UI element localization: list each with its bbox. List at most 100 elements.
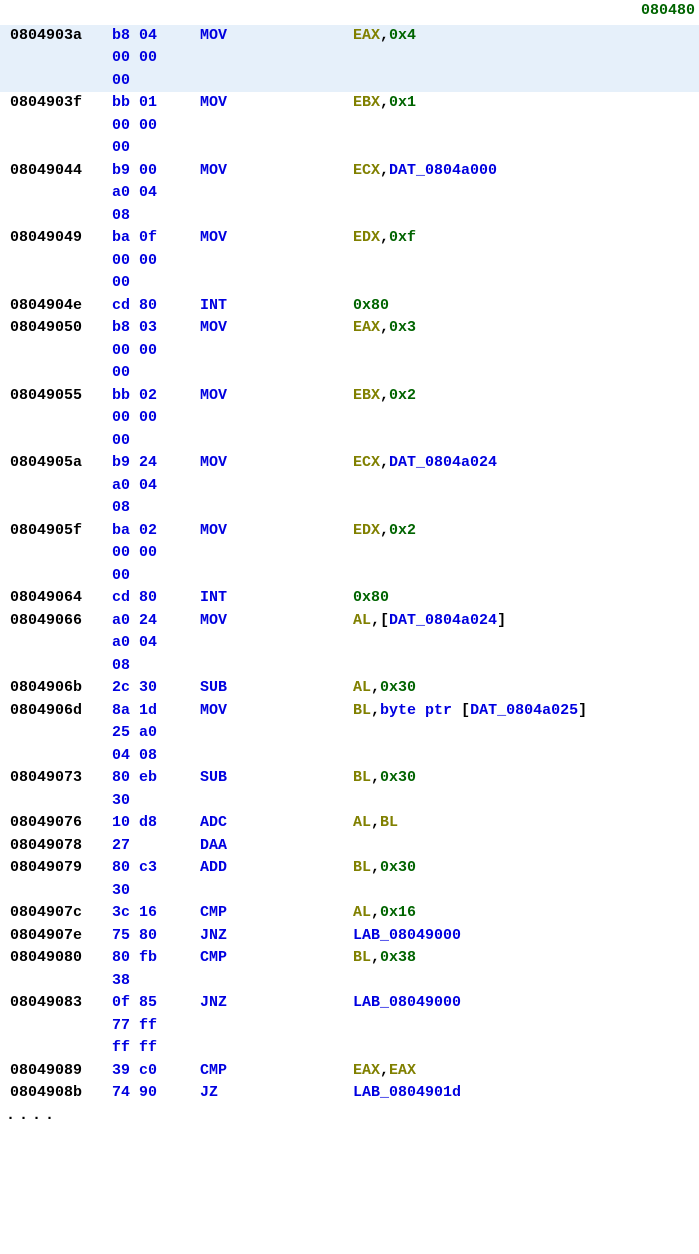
instruction-row[interactable]: 0804908b74 90JZLAB_0804901d bbox=[0, 1082, 699, 1105]
bytes-continuation: 38 bbox=[0, 970, 699, 993]
instruction-row[interactable]: 0804907380 ebSUBBL,0x30 bbox=[0, 767, 699, 790]
bytes: 2c 30 bbox=[112, 677, 200, 700]
bytes-continuation: 00 bbox=[0, 272, 699, 295]
bytes: 74 90 bbox=[112, 1082, 200, 1105]
address: 0804907e bbox=[0, 925, 112, 948]
operands: 0x80 bbox=[353, 587, 389, 610]
bytes-continuation: 08 bbox=[0, 497, 699, 520]
instruction-row[interactable]: 0804908080 fbCMPBL,0x38 bbox=[0, 947, 699, 970]
mnemonic: SUB bbox=[200, 677, 353, 700]
instruction-row[interactable]: 0804905fba 02MOVEDX,0x2 bbox=[0, 520, 699, 543]
bytes-continuation: 00 00 bbox=[0, 407, 699, 430]
instruction-row[interactable]: 08049064cd 80INT0x80 bbox=[0, 587, 699, 610]
mnemonic: MOV bbox=[200, 520, 353, 543]
instruction-row[interactable]: 0804905ab9 24MOVECX,DAT_0804a024 bbox=[0, 452, 699, 475]
mnemonic: MOV bbox=[200, 160, 353, 183]
continuation-dots: .... bbox=[0, 1105, 699, 1128]
instruction-row[interactable]: 0804907e75 80JNZLAB_08049000 bbox=[0, 925, 699, 948]
address: 08049073 bbox=[0, 767, 112, 790]
operands: LAB_08049000 bbox=[353, 992, 461, 1015]
instruction-row[interactable]: 0804904ecd 80INT0x80 bbox=[0, 295, 699, 318]
mnemonic: JNZ bbox=[200, 992, 353, 1015]
address: 0804905a bbox=[0, 452, 112, 475]
bytes-continuation: 00 00 bbox=[0, 542, 699, 565]
address: 0804908b bbox=[0, 1082, 112, 1105]
instruction-row[interactable]: 08049066a0 24MOVAL,[DAT_0804a024] bbox=[0, 610, 699, 633]
bytes-continuation: 04 08 bbox=[0, 745, 699, 768]
instruction-row[interactable]: 080490830f 85JNZLAB_08049000 bbox=[0, 992, 699, 1015]
mnemonic: ADC bbox=[200, 812, 353, 835]
mnemonic: JNZ bbox=[200, 925, 353, 948]
bytes-continuation: 00 00 bbox=[0, 250, 699, 273]
address: 08049064 bbox=[0, 587, 112, 610]
bytes: 39 c0 bbox=[112, 1060, 200, 1083]
bytes-continuation: 00 bbox=[0, 565, 699, 588]
bytes: cd 80 bbox=[112, 295, 200, 318]
bytes-continuation: a0 04 bbox=[0, 632, 699, 655]
instruction-row[interactable]: 08049055bb 02MOVEBX,0x2 bbox=[0, 385, 699, 408]
address: 08049050 bbox=[0, 317, 112, 340]
instruction-row[interactable]: 0804907c3c 16CMPAL,0x16 bbox=[0, 902, 699, 925]
operands: ECX,DAT_0804a000 bbox=[353, 160, 497, 183]
bytes: a0 24 bbox=[112, 610, 200, 633]
instruction-row[interactable]: 0804906b2c 30SUBAL,0x30 bbox=[0, 677, 699, 700]
bytes: 10 d8 bbox=[112, 812, 200, 835]
instruction-row[interactable]: 0804903ab8 04MOVEAX,0x4 bbox=[0, 25, 699, 48]
instruction-row[interactable]: 0804907980 c3ADDBL,0x30 bbox=[0, 857, 699, 880]
mnemonic: MOV bbox=[200, 92, 353, 115]
bytes-continuation: 25 a0 bbox=[0, 722, 699, 745]
mnemonic: MOV bbox=[200, 452, 353, 475]
operands: AL,[DAT_0804a024] bbox=[353, 610, 506, 633]
bytes-continuation: 00 bbox=[0, 362, 699, 385]
mnemonic: CMP bbox=[200, 1060, 353, 1083]
mnemonic: DAA bbox=[200, 835, 353, 858]
bytes-continuation: 00 00 bbox=[0, 340, 699, 363]
address: 08049055 bbox=[0, 385, 112, 408]
mnemonic: INT bbox=[200, 587, 353, 610]
mnemonic: JZ bbox=[200, 1082, 353, 1105]
bytes: b9 24 bbox=[112, 452, 200, 475]
bytes: b8 04 bbox=[112, 25, 200, 48]
instruction-row[interactable]: 0804906d8a 1dMOVBL,byte ptr [DAT_0804a02… bbox=[0, 700, 699, 723]
bytes-continuation: 00 bbox=[0, 430, 699, 453]
bytes-continuation: a0 04 bbox=[0, 475, 699, 498]
instruction-row[interactable]: 08049044b9 00MOVECX,DAT_0804a000 bbox=[0, 160, 699, 183]
bytes: b8 03 bbox=[112, 317, 200, 340]
bytes: bb 02 bbox=[112, 385, 200, 408]
bytes-continuation: 08 bbox=[0, 655, 699, 678]
address: 0804906d bbox=[0, 700, 112, 723]
instruction-row[interactable]: 0804903fbb 01MOVEBX,0x1 bbox=[0, 92, 699, 115]
instruction-row[interactable]: 0804907610 d8ADCAL,BL bbox=[0, 812, 699, 835]
header-address: 080480 bbox=[0, 0, 699, 23]
bytes-continuation: 00 bbox=[0, 70, 699, 93]
mnemonic: CMP bbox=[200, 947, 353, 970]
operands: LAB_0804901d bbox=[353, 1082, 461, 1105]
address: 08049044 bbox=[0, 160, 112, 183]
operands: EDX,0xf bbox=[353, 227, 416, 250]
bytes: ba 0f bbox=[112, 227, 200, 250]
bytes-continuation: 08 bbox=[0, 205, 699, 228]
operands: EAX,0x4 bbox=[353, 25, 416, 48]
instruction-row[interactable]: 0804908939 c0CMPEAX,EAX bbox=[0, 1060, 699, 1083]
address: 0804904e bbox=[0, 295, 112, 318]
bytes: 3c 16 bbox=[112, 902, 200, 925]
bytes: 80 fb bbox=[112, 947, 200, 970]
bytes: 80 eb bbox=[112, 767, 200, 790]
operands: EDX,0x2 bbox=[353, 520, 416, 543]
operands: LAB_08049000 bbox=[353, 925, 461, 948]
instruction-row[interactable]: 08049049ba 0fMOVEDX,0xf bbox=[0, 227, 699, 250]
address: 0804903f bbox=[0, 92, 112, 115]
mnemonic: MOV bbox=[200, 610, 353, 633]
bytes-continuation: 77 ff bbox=[0, 1015, 699, 1038]
mnemonic: MOV bbox=[200, 317, 353, 340]
mnemonic: MOV bbox=[200, 25, 353, 48]
operands: EBX,0x1 bbox=[353, 92, 416, 115]
instruction-row[interactable]: 08049050b8 03MOVEAX,0x3 bbox=[0, 317, 699, 340]
address: 08049083 bbox=[0, 992, 112, 1015]
mnemonic: MOV bbox=[200, 700, 353, 723]
operands: EAX,0x3 bbox=[353, 317, 416, 340]
instruction-row[interactable]: 0804907827DAA bbox=[0, 835, 699, 858]
address: 08049076 bbox=[0, 812, 112, 835]
operands: BL,0x30 bbox=[353, 857, 416, 880]
operands: AL,0x16 bbox=[353, 902, 416, 925]
